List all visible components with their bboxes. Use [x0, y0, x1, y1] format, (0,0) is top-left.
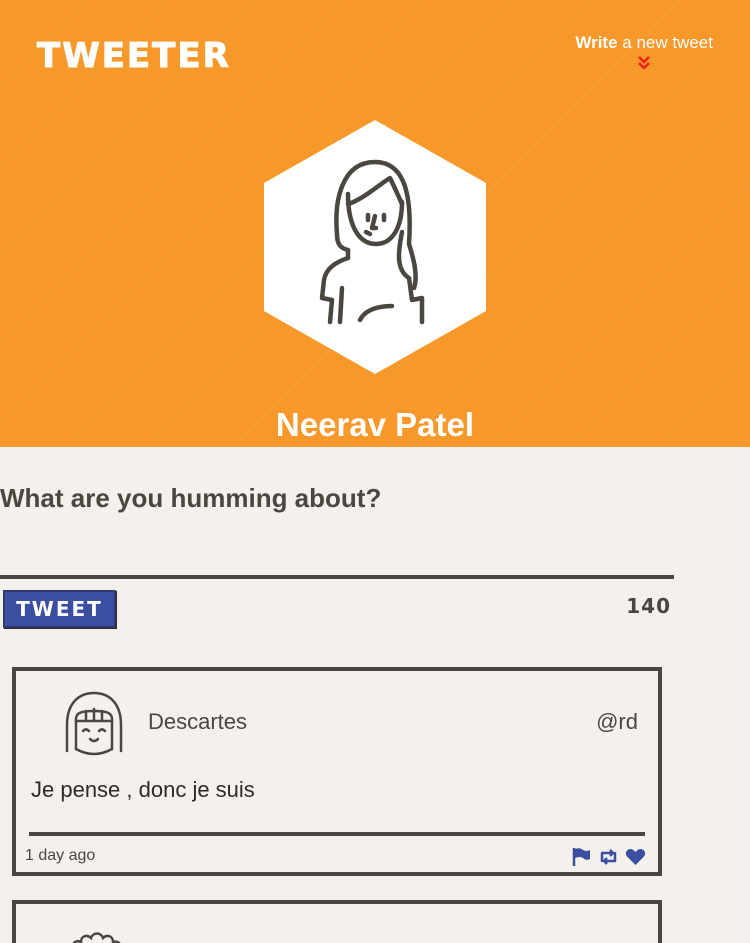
compose-toggle-bold: Write	[575, 33, 618, 52]
tweet-avatar	[63, 924, 125, 943]
profile-avatar	[264, 120, 486, 374]
tweet-button[interactable]: TWEET	[3, 590, 116, 628]
tweet-card: Descartes @rd Je pense , donc je suis 1 …	[12, 667, 662, 876]
retweet-icon[interactable]	[598, 847, 619, 867]
brand-logo: TWEETER	[37, 36, 231, 77]
app-page: TWEETER Write a new tweet Neerav Patel W…	[0, 0, 750, 943]
heart-icon[interactable]	[625, 847, 646, 867]
char-counter: 140	[626, 594, 671, 618]
girl-face-icon	[65, 691, 123, 756]
profile-user-name: Neerav Patel	[275, 406, 475, 443]
tweet-input[interactable]	[0, 527, 674, 579]
tweet-card	[12, 900, 662, 943]
compose-toggle-label: Write a new tweet	[575, 33, 713, 53]
hexagon-avatar-frame	[264, 120, 486, 374]
tweet-avatar	[63, 691, 125, 757]
tweet-timestamp: 1 day ago	[25, 847, 96, 864]
tweet-handle: @rd	[596, 709, 638, 734]
curly-hair-avatar-icon	[72, 932, 121, 943]
compose-toggle[interactable]: Write a new tweet	[575, 33, 713, 71]
compose-toggle-text: a new tweet	[617, 33, 713, 52]
composer-prompt: What are you humming about?	[0, 483, 382, 513]
flag-icon[interactable]	[571, 847, 592, 867]
tweet-author: Descartes	[148, 709, 248, 734]
tweet-content: Je pense , donc je suis	[31, 777, 255, 802]
tweet-divider	[29, 832, 645, 836]
double-chevron-down-icon[interactable]	[637, 55, 651, 71]
tweet-actions	[571, 847, 646, 867]
profile-header: TWEETER Write a new tweet Neerav Patel	[0, 0, 750, 447]
